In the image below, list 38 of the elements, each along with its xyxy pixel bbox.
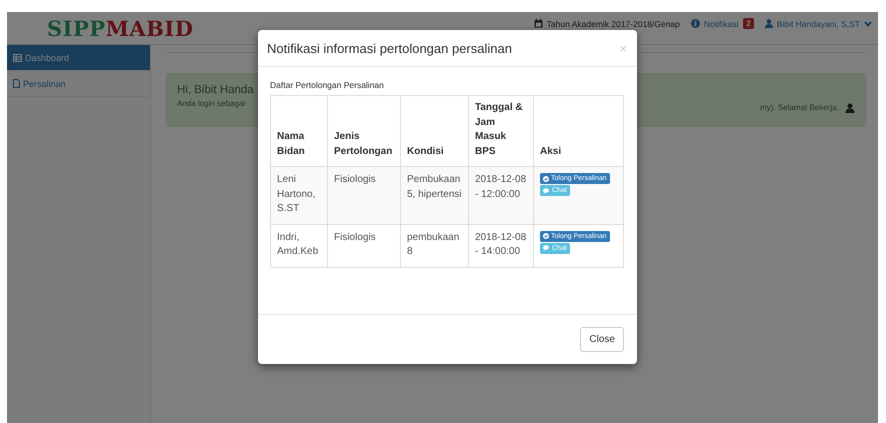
column-header: Aksi	[540, 146, 562, 156]
greeting-text: Hi, Bibit Handa	[177, 84, 254, 96]
logo-text: SIPPMABID	[47, 16, 194, 40]
user-icon	[845, 103, 855, 113]
table-cell: Leni Hartono, S.ST	[277, 174, 316, 214]
academic-year-text: Tahun Akademik 2017-2018/Genap	[546, 18, 680, 28]
close-button[interactable]: Close	[580, 327, 624, 352]
notifications-link[interactable]: Notifikasi	[690, 18, 738, 28]
info-icon	[690, 19, 700, 28]
table-cell: Fisiologis	[334, 174, 376, 185]
notification-count-badge: 2	[743, 18, 754, 29]
table-cell: 2018-12-08 - 14:00:00	[475, 232, 526, 257]
file-icon	[13, 79, 20, 88]
sidebar-item[interactable]: Dashboard	[7, 45, 150, 71]
chat-icon	[543, 188, 550, 194]
check-circle-icon	[543, 176, 549, 182]
column-header: Nama Bidan	[277, 131, 305, 156]
table-cell: pembukaan 8	[407, 232, 460, 257]
login-message-text: my). Selamat Bekerja..	[760, 103, 841, 112]
user-menu[interactable]: Bibit Handayani, S,ST	[764, 18, 872, 28]
chat-icon	[543, 245, 550, 251]
check-circle-icon	[543, 233, 549, 239]
column-header: Tanggal & Jam Masuk BPS	[475, 102, 523, 156]
list-title: Daftar Pertolongan Persalinan	[270, 80, 385, 90]
login-message-text: Anda login sebagai	[177, 99, 246, 108]
modal-title: Notifikasi informasi pertolongan persalinan	[267, 40, 512, 56]
table-cell: Fisiologis	[334, 232, 376, 242]
sidebar-item[interactable]: Persalinan	[7, 71, 150, 97]
column-header: Jenis Pertolongan	[334, 131, 392, 156]
table-cell: Pembukaan 5, hipertensi	[407, 174, 462, 200]
close-button[interactable]: ×	[617, 40, 629, 56]
user-icon	[764, 19, 773, 28]
calendar-icon	[534, 19, 543, 28]
table-icon	[13, 54, 22, 62]
caret-icon	[864, 20, 872, 26]
column-header: Kondisi	[407, 146, 444, 156]
table-cell: 2018-12-08 - 12:00:00	[475, 174, 526, 200]
table-cell: Indri, Amd.Keb	[277, 232, 318, 257]
